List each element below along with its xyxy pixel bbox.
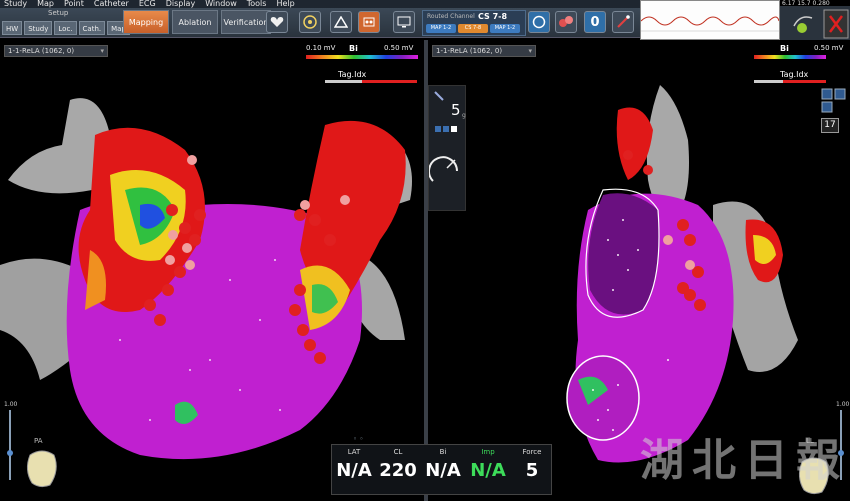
menu-ecg[interactable]: ECG xyxy=(139,0,156,8)
tools-icon xyxy=(793,9,849,39)
tab-verification[interactable]: Verification xyxy=(221,10,271,34)
heart-view-button[interactable] xyxy=(266,11,288,33)
menu-map[interactable]: Map xyxy=(37,0,54,8)
lat-label: LAT xyxy=(347,448,361,456)
menu-study[interactable]: Study xyxy=(4,0,27,8)
tab-ablation[interactable]: Ablation xyxy=(172,10,218,34)
counter-button[interactable]: 0 xyxy=(584,11,606,33)
bi-cell: Bi N/A xyxy=(421,448,465,481)
triangle-icon xyxy=(334,16,348,28)
routed-channel-label: Routed Channel xyxy=(427,13,475,20)
mode-tabs: Mapping Ablation Verification xyxy=(123,10,271,34)
watermark: 湖北日報 xyxy=(640,435,848,486)
menu-catheter[interactable]: Catheter xyxy=(94,0,129,8)
circle-icon xyxy=(532,15,546,29)
routed-pill[interactable]: MAP 1-2 xyxy=(490,24,520,33)
menu-tools[interactable]: Tools xyxy=(247,0,267,8)
ecg-readout: 6.17 15.7 0.280 xyxy=(782,0,830,7)
points-icon xyxy=(363,17,375,27)
heart-icon xyxy=(270,17,284,27)
cl-label: CL xyxy=(393,448,403,456)
counter-value: 0 xyxy=(590,14,600,30)
ecg-trace-panel xyxy=(640,0,780,40)
catheter-icon xyxy=(617,15,630,28)
dots-button[interactable] xyxy=(555,11,577,33)
circle-button[interactable] xyxy=(528,11,550,33)
setup-tab-loc[interactable]: Loc. xyxy=(54,21,77,35)
setup-tab-study[interactable]: Study xyxy=(24,21,53,35)
right-axis-value: 1.00 xyxy=(836,401,850,408)
routed-pill[interactable]: MAP 1-2 xyxy=(426,24,456,33)
bi-value: N/A xyxy=(425,460,461,481)
catheter-force-value: 5 xyxy=(451,101,461,119)
imp-cell: Imp N/A xyxy=(466,448,510,481)
shape-button[interactable] xyxy=(330,11,352,33)
menu-help[interactable]: Help xyxy=(276,0,294,8)
catheter-tool-button[interactable] xyxy=(612,11,634,33)
monitor-icon xyxy=(397,16,411,28)
left-orientation-heart-icon[interactable] xyxy=(22,445,62,490)
routed-pill[interactable]: CS 7-8 xyxy=(458,24,488,33)
force-value: 5 xyxy=(525,460,539,481)
left-axis-value: 1.00 xyxy=(4,401,18,408)
routed-channel[interactable]: Routed Channel CS 7-8 MAP 1-2 CS 7-8 MAP… xyxy=(422,10,526,36)
routed-channel-value: CS 7-8 xyxy=(478,12,508,21)
target-button[interactable] xyxy=(299,11,321,33)
catheter-force-unit: g xyxy=(462,112,466,119)
lat-cell: LAT N/A xyxy=(332,448,376,481)
menu-display[interactable]: Display xyxy=(166,0,196,8)
menu-bar: Study Map Point Catheter ECG Display Win… xyxy=(0,0,640,8)
tool-grid-icon[interactable] xyxy=(820,87,848,115)
screen-button[interactable] xyxy=(393,11,415,33)
force-label: Force xyxy=(522,448,542,456)
imp-label: Imp xyxy=(481,448,495,456)
points-button[interactable] xyxy=(358,11,380,33)
left-map-viewport[interactable]: 1-1-ReLA (1062, 0) ▾ 0.10 mV Bi 0.50 mV … xyxy=(0,40,424,501)
setup-tab-cath[interactable]: Cath. xyxy=(78,21,106,35)
imp-value: N/A xyxy=(470,460,506,481)
setup-label: Setup xyxy=(48,9,69,17)
top-right-tools xyxy=(780,6,850,40)
left-zoom-handle[interactable] xyxy=(7,450,13,456)
target-icon xyxy=(303,15,317,29)
left-orientation-label: PA xyxy=(34,437,43,445)
ecg-waveform-icon xyxy=(640,16,780,32)
menu-window[interactable]: Window xyxy=(205,0,237,8)
bi-label: Bi xyxy=(439,448,447,456)
left-anatomy-map xyxy=(0,98,412,460)
lesion-dots-icon xyxy=(559,16,573,27)
left-zoom-track[interactable] xyxy=(9,410,11,480)
setup-tab-hw[interactable]: HW xyxy=(2,21,23,35)
lat-value: N/A xyxy=(336,460,372,481)
tab-mapping[interactable]: Mapping xyxy=(123,10,169,34)
toolbar: Setup HW Study Loc. Cath. Map Mapping Ab… xyxy=(0,8,640,38)
cl-value: 220 xyxy=(379,460,417,481)
values-header-icons: ◦ ◦ xyxy=(353,435,364,443)
force-cell: Force 5 xyxy=(510,448,554,481)
measurement-bar: LAT N/A CL 220 Bi N/A Imp N/A Force 5 xyxy=(331,444,552,495)
setup-tabs: HW Study Loc. Cath. Map xyxy=(2,21,130,35)
cl-cell: CL 220 xyxy=(376,448,420,481)
right-side-counter[interactable]: 17 xyxy=(821,118,839,133)
menu-point[interactable]: Point xyxy=(64,0,84,8)
